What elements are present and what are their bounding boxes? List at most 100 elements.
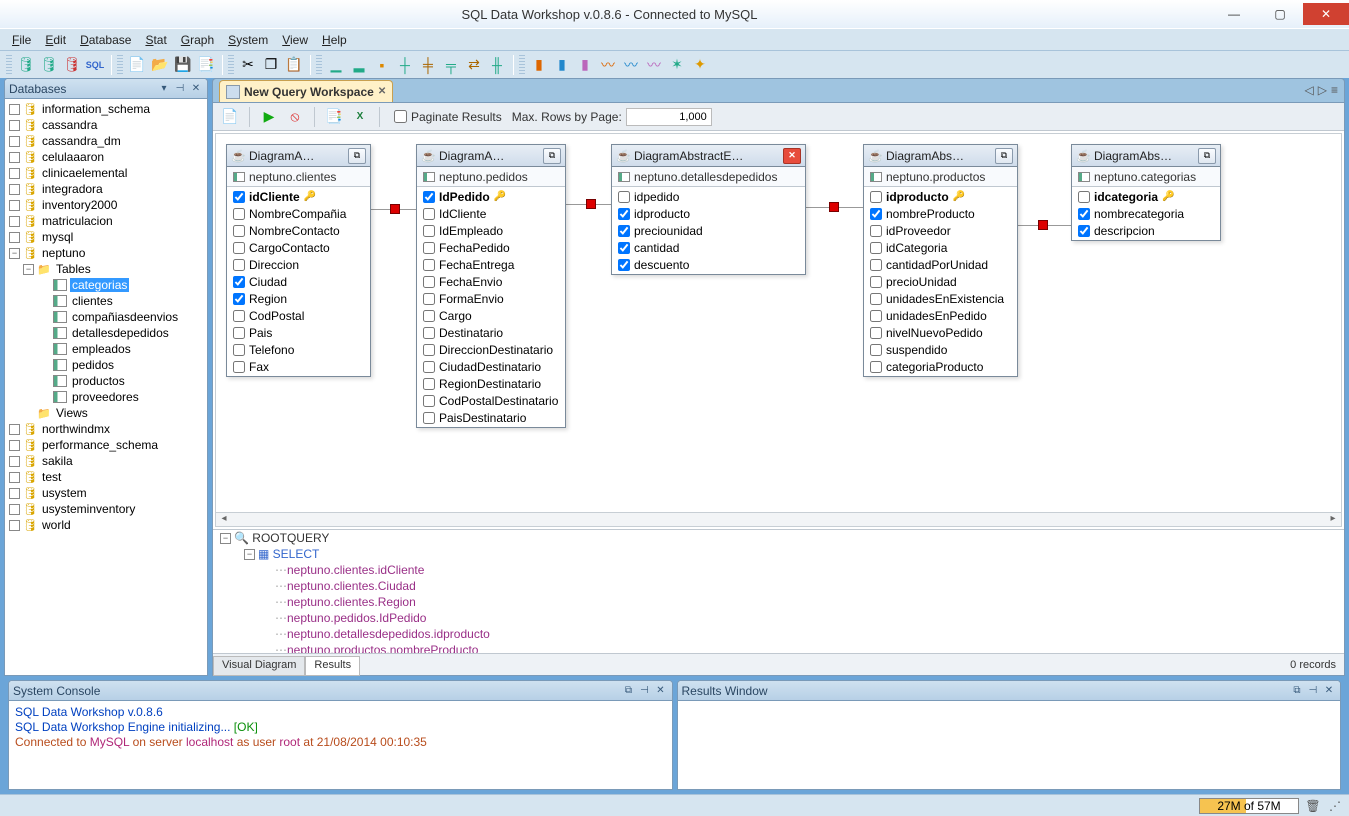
menu-system[interactable]: System: [222, 31, 274, 49]
db-green-icon[interactable]: 🛢: [15, 54, 37, 76]
field-row[interactable]: idProveedor: [864, 222, 1017, 239]
tab-prev-icon[interactable]: ◁: [1305, 83, 1314, 97]
menu-help[interactable]: Help: [316, 31, 353, 49]
field-row[interactable]: FechaEntrega: [417, 256, 565, 273]
tree-item[interactable]: detallesdepedidos: [5, 325, 207, 341]
field-checkbox[interactable]: [233, 242, 245, 254]
field-row[interactable]: Direccion: [227, 256, 370, 273]
connector-handle[interactable]: [829, 202, 839, 212]
field-row[interactable]: CodPostal: [227, 307, 370, 324]
tree-item[interactable]: cassandra_dm: [5, 133, 207, 149]
field-checkbox[interactable]: [1078, 208, 1090, 220]
chart-tree-icon[interactable]: ╤: [440, 54, 462, 76]
field-row[interactable]: nombreProducto: [864, 205, 1017, 222]
field-checkbox[interactable]: [870, 293, 882, 305]
field-row[interactable]: nivelNuevoPedido: [864, 324, 1017, 341]
field-row[interactable]: IdPedido 🔑: [417, 188, 565, 205]
field-checkbox[interactable]: [870, 191, 882, 203]
field-row[interactable]: Cargo: [417, 307, 565, 324]
console-popout-icon[interactable]: ⧉: [622, 684, 636, 698]
db-red-icon[interactable]: 🛢: [61, 54, 83, 76]
tree-item[interactable]: integradora: [5, 181, 207, 197]
tree-item[interactable]: celulaaaron: [5, 149, 207, 165]
entity-window[interactable]: ☕DiagramAbs…⧉neptuno.productosidproducto…: [863, 144, 1018, 377]
new-doc-icon[interactable]: 📄: [126, 54, 148, 76]
field-checkbox[interactable]: [233, 344, 245, 356]
field-checkbox[interactable]: [233, 293, 245, 305]
entity-titlebar[interactable]: ☕DiagramAbstractE…✕: [612, 145, 805, 167]
tree-item[interactable]: proveedores: [5, 389, 207, 405]
save-icon[interactable]: 💾: [172, 54, 194, 76]
export-excel-icon[interactable]: X: [349, 106, 371, 128]
db-green2-icon[interactable]: 🛢: [38, 54, 60, 76]
menu-graph[interactable]: Graph: [175, 31, 220, 49]
field-checkbox[interactable]: [423, 242, 435, 254]
field-checkbox[interactable]: [618, 208, 630, 220]
field-checkbox[interactable]: [233, 259, 245, 271]
field-row[interactable]: NombreCompañia: [227, 205, 370, 222]
connector-handle[interactable]: [390, 204, 400, 214]
tree-item[interactable]: pedidos: [5, 357, 207, 373]
field-row[interactable]: FechaEnvio: [417, 273, 565, 290]
field-row[interactable]: PaisDestinatario: [417, 409, 565, 426]
tree-item[interactable]: information_schema: [5, 101, 207, 117]
tree-item[interactable]: productos: [5, 373, 207, 389]
database-tree[interactable]: information_schemacassandracassandra_dmc…: [5, 99, 207, 675]
tab-close-icon[interactable]: ✕: [378, 86, 386, 97]
panel-menu-icon[interactable]: ▾: [157, 82, 171, 96]
field-row[interactable]: CiudadDestinatario: [417, 358, 565, 375]
entity-close-icon[interactable]: ✕: [783, 148, 801, 164]
field-row[interactable]: categoriaProducto: [864, 358, 1017, 375]
chart-cross-icon[interactable]: ┼: [394, 54, 416, 76]
field-row[interactable]: Telefono: [227, 341, 370, 358]
field-checkbox[interactable]: [870, 344, 882, 356]
field-checkbox[interactable]: [870, 225, 882, 237]
canvas-scrollbar[interactable]: ◂▸: [216, 512, 1341, 526]
field-checkbox[interactable]: [233, 361, 245, 373]
field-row[interactable]: NombreContacto: [227, 222, 370, 239]
field-checkbox[interactable]: [233, 327, 245, 339]
tree-item[interactable]: sakila: [5, 453, 207, 469]
tree-item[interactable]: categorias: [5, 277, 207, 293]
field-checkbox[interactable]: [1078, 225, 1090, 237]
field-row[interactable]: idCliente 🔑: [227, 188, 370, 205]
field-row[interactable]: Region: [227, 290, 370, 307]
field-checkbox[interactable]: [233, 276, 245, 288]
field-row[interactable]: Pais: [227, 324, 370, 341]
field-row[interactable]: DireccionDestinatario: [417, 341, 565, 358]
tree-item[interactable]: Views: [5, 405, 207, 421]
field-row[interactable]: Fax: [227, 358, 370, 375]
field-checkbox[interactable]: [233, 191, 245, 203]
console-close-icon[interactable]: ✕: [654, 684, 668, 698]
field-checkbox[interactable]: [870, 327, 882, 339]
tab-list-icon[interactable]: ≡: [1331, 83, 1338, 97]
field-checkbox[interactable]: [423, 361, 435, 373]
entity-window[interactable]: ☕DiagramAbs…⧉neptuno.categoriasidcategor…: [1071, 144, 1221, 241]
field-checkbox[interactable]: [423, 412, 435, 424]
panel-close-icon[interactable]: ✕: [189, 82, 203, 96]
connector-handle[interactable]: [586, 199, 596, 209]
results-pin-icon[interactable]: ⊣: [1306, 684, 1320, 698]
chart-horiz-icon[interactable]: ╪: [417, 54, 439, 76]
copy-results-icon[interactable]: 📑: [323, 106, 345, 128]
tree-item[interactable]: −neptuno: [5, 245, 207, 261]
entity-window[interactable]: ☕DiagramAbstractE…✕neptuno.detallesdeped…: [611, 144, 806, 275]
query-tree[interactable]: −🔍 ROOTQUERY−▦ SELECT⋯ neptuno.clientes.…: [213, 529, 1344, 653]
field-checkbox[interactable]: [423, 378, 435, 390]
field-checkbox[interactable]: [870, 310, 882, 322]
tree-item[interactable]: test: [5, 469, 207, 485]
field-row[interactable]: idproducto: [612, 205, 805, 222]
field-row[interactable]: IdEmpleado: [417, 222, 565, 239]
entity-titlebar[interactable]: ☕DiagramAbs…⧉: [864, 145, 1017, 167]
tab-results[interactable]: Results: [305, 656, 360, 676]
copy-doc-icon[interactable]: 📑: [195, 54, 217, 76]
stop-icon[interactable]: ⦸: [284, 106, 306, 128]
maximize-button[interactable]: ▢: [1257, 3, 1303, 25]
field-checkbox[interactable]: [870, 259, 882, 271]
menu-database[interactable]: Database: [74, 31, 137, 49]
field-row[interactable]: idcategoria 🔑: [1072, 188, 1220, 205]
open-icon[interactable]: 📂: [149, 54, 171, 76]
menu-view[interactable]: View: [276, 31, 314, 49]
tree-item[interactable]: matriculacion: [5, 213, 207, 229]
entity-titlebar[interactable]: ☕DiagramA…⧉: [417, 145, 565, 167]
